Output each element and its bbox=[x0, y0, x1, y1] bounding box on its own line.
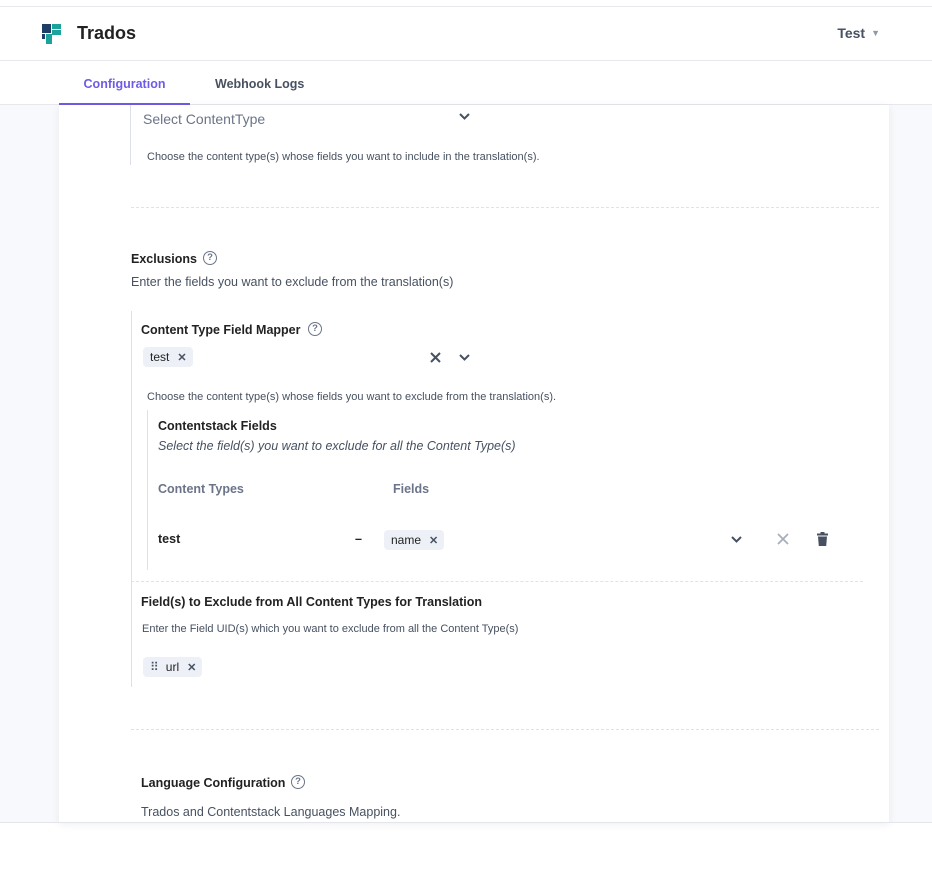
clear-icon[interactable] bbox=[776, 532, 790, 551]
exclude-all-hint: Enter the Field UID(s) which you want to… bbox=[142, 623, 519, 635]
user-name: Test bbox=[837, 25, 866, 41]
clear-icon[interactable] bbox=[429, 351, 442, 369]
language-description: Trados and Contentstack Languages Mappin… bbox=[141, 805, 401, 819]
row-separator: – bbox=[355, 532, 362, 546]
table-row: test – name ✕ bbox=[158, 525, 878, 555]
column-fields: Fields bbox=[393, 482, 430, 496]
brand-name: Trados bbox=[77, 23, 137, 43]
tag-label: test bbox=[150, 350, 170, 364]
close-icon[interactable]: ✕ bbox=[187, 661, 196, 674]
section-border bbox=[130, 105, 131, 165]
configuration-card: Select ContentType Choose the content ty… bbox=[59, 105, 889, 822]
app-header: Trados Test ▼ bbox=[0, 6, 932, 61]
contentstack-fields-subtitle: Select the field(s) you want to exclude … bbox=[158, 439, 516, 453]
exclude-all-title: Field(s) to Exclude from All Content Typ… bbox=[141, 595, 483, 609]
trash-icon[interactable] bbox=[817, 532, 828, 551]
mapper-divider bbox=[131, 581, 863, 582]
content-type-select[interactable]: Select ContentType bbox=[143, 111, 265, 127]
tab-webhook-logs[interactable]: Webhook Logs bbox=[215, 61, 304, 105]
tag-label: url bbox=[165, 660, 180, 674]
chevron-down-icon[interactable] bbox=[458, 110, 471, 126]
mapper-title: Content Type Field Mapper bbox=[141, 323, 301, 337]
exclusions-title: Exclusions bbox=[131, 252, 197, 266]
user-menu[interactable]: Test ▼ bbox=[837, 25, 880, 41]
close-icon[interactable]: ✕ bbox=[429, 534, 438, 547]
exclusions-description: Enter the fields you want to exclude fro… bbox=[131, 275, 454, 289]
chevron-down-icon[interactable] bbox=[730, 533, 743, 549]
tag-label: name bbox=[391, 533, 422, 547]
field-tag: name ✕ bbox=[384, 530, 445, 550]
tab-bar: Configuration Webhook Logs bbox=[0, 61, 932, 105]
mapper-hint: Choose the content type(s) whose fields … bbox=[147, 391, 557, 403]
tab-configuration[interactable]: Configuration bbox=[59, 61, 190, 105]
trados-logo-icon bbox=[42, 24, 61, 44]
close-icon[interactable]: ✕ bbox=[177, 351, 186, 364]
row-content-type: test bbox=[158, 532, 181, 546]
viewport-bottom-border bbox=[0, 822, 932, 823]
language-title: Language Configuration bbox=[141, 776, 286, 790]
selected-content-type-tag: test ✕ bbox=[143, 347, 193, 367]
subpanel-border bbox=[147, 410, 148, 570]
section-divider bbox=[131, 729, 879, 730]
section-divider bbox=[131, 207, 879, 208]
exclusions-border bbox=[131, 311, 132, 687]
help-circle-icon[interactable]: ? bbox=[291, 775, 305, 789]
drag-handle-icon[interactable]: ⠿ bbox=[150, 660, 159, 674]
field-uid-tag: ⠿ url ✕ bbox=[143, 657, 203, 677]
content-type-hint: Choose the content type(s) whose fields … bbox=[147, 151, 540, 163]
help-circle-icon[interactable]: ? bbox=[308, 322, 322, 336]
chevron-down-icon[interactable] bbox=[458, 351, 471, 367]
column-content-types: Content Types bbox=[158, 482, 244, 496]
caret-down-icon: ▼ bbox=[871, 28, 880, 38]
help-circle-icon[interactable]: ? bbox=[203, 251, 217, 265]
contentstack-fields-title: Contentstack Fields bbox=[158, 419, 277, 433]
